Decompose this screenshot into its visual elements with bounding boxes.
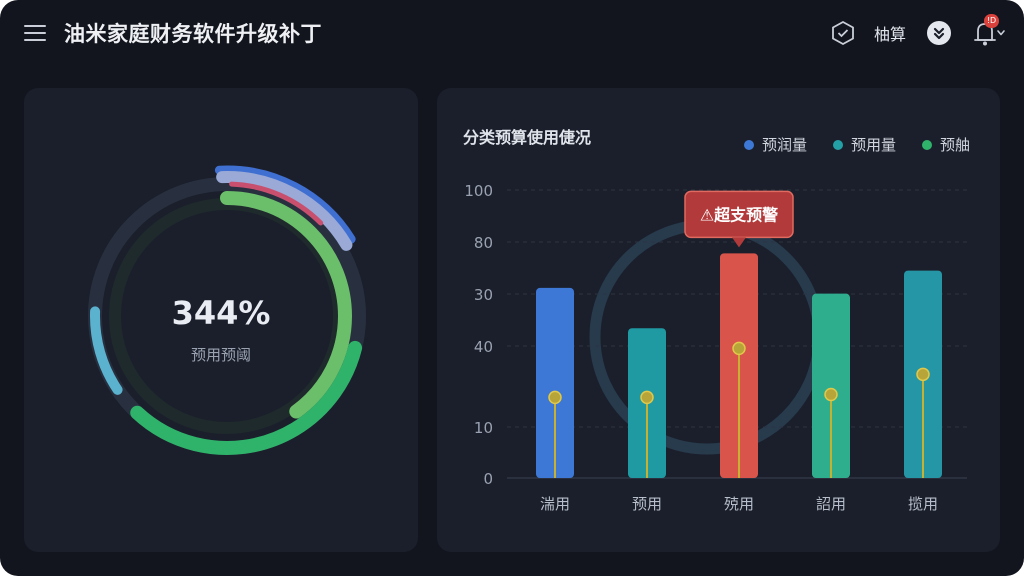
app-title: 油米家庭财务软件升级补丁	[64, 22, 322, 46]
hexagon-settings-icon	[832, 20, 854, 46]
coin-button[interactable]	[926, 20, 972, 46]
marker-point[interactable]	[640, 390, 654, 405]
x-tick-label: 揽用	[908, 495, 938, 513]
notification-button[interactable]: !D	[972, 14, 1006, 48]
gauge-value: 344%	[171, 294, 271, 332]
app-window: 油米家庭财务软件升级补丁 柚算 !D 344% 预用预阈 分类预算使用倢况 预润…	[0, 0, 1024, 576]
y-tick-label: 100	[464, 182, 493, 200]
coin-icon	[927, 21, 951, 45]
marker-point[interactable]	[916, 367, 930, 382]
chart-panel: 分类预算使用倢况 预润量 预用量 预舳 100 80 30 40 10 0 湍用 预用 殑用 ⚠超…	[437, 88, 1000, 552]
y-tick-label: 0	[483, 470, 493, 488]
gauge-label: 预用预阈	[190, 346, 251, 364]
gauge-panel: 344% 预用预阈	[24, 88, 418, 552]
top-bar: 油米家庭财务软件升级补丁 柚算 !D	[0, 0, 1024, 66]
marker-point[interactable]	[732, 341, 746, 356]
y-tick-label: 40	[474, 338, 493, 356]
y-tick-label: 80	[474, 234, 493, 252]
marker-point[interactable]	[824, 387, 838, 402]
budget-link[interactable]: 柚算	[874, 21, 906, 45]
category-budget-chart: 100803040100湍用 预用 殑用⚠超支预警詔用 揽用	[464, 182, 967, 513]
top-right-actions: 柚算 !D	[830, 14, 1006, 50]
x-tick-label: 詔用	[816, 495, 846, 513]
y-tick-label: 30	[474, 286, 493, 304]
y-tick-label: 10	[474, 419, 493, 437]
menu-icon[interactable]	[22, 20, 48, 46]
notification-badge: !D	[984, 14, 999, 28]
alert-label: ⚠超支预警	[700, 205, 778, 224]
marker-point[interactable]	[548, 390, 562, 405]
settings-button[interactable]	[830, 20, 874, 46]
x-tick-label: 殑用	[724, 495, 754, 513]
x-tick-label: 预用	[632, 495, 662, 513]
x-tick-label: 湍用	[540, 495, 570, 513]
